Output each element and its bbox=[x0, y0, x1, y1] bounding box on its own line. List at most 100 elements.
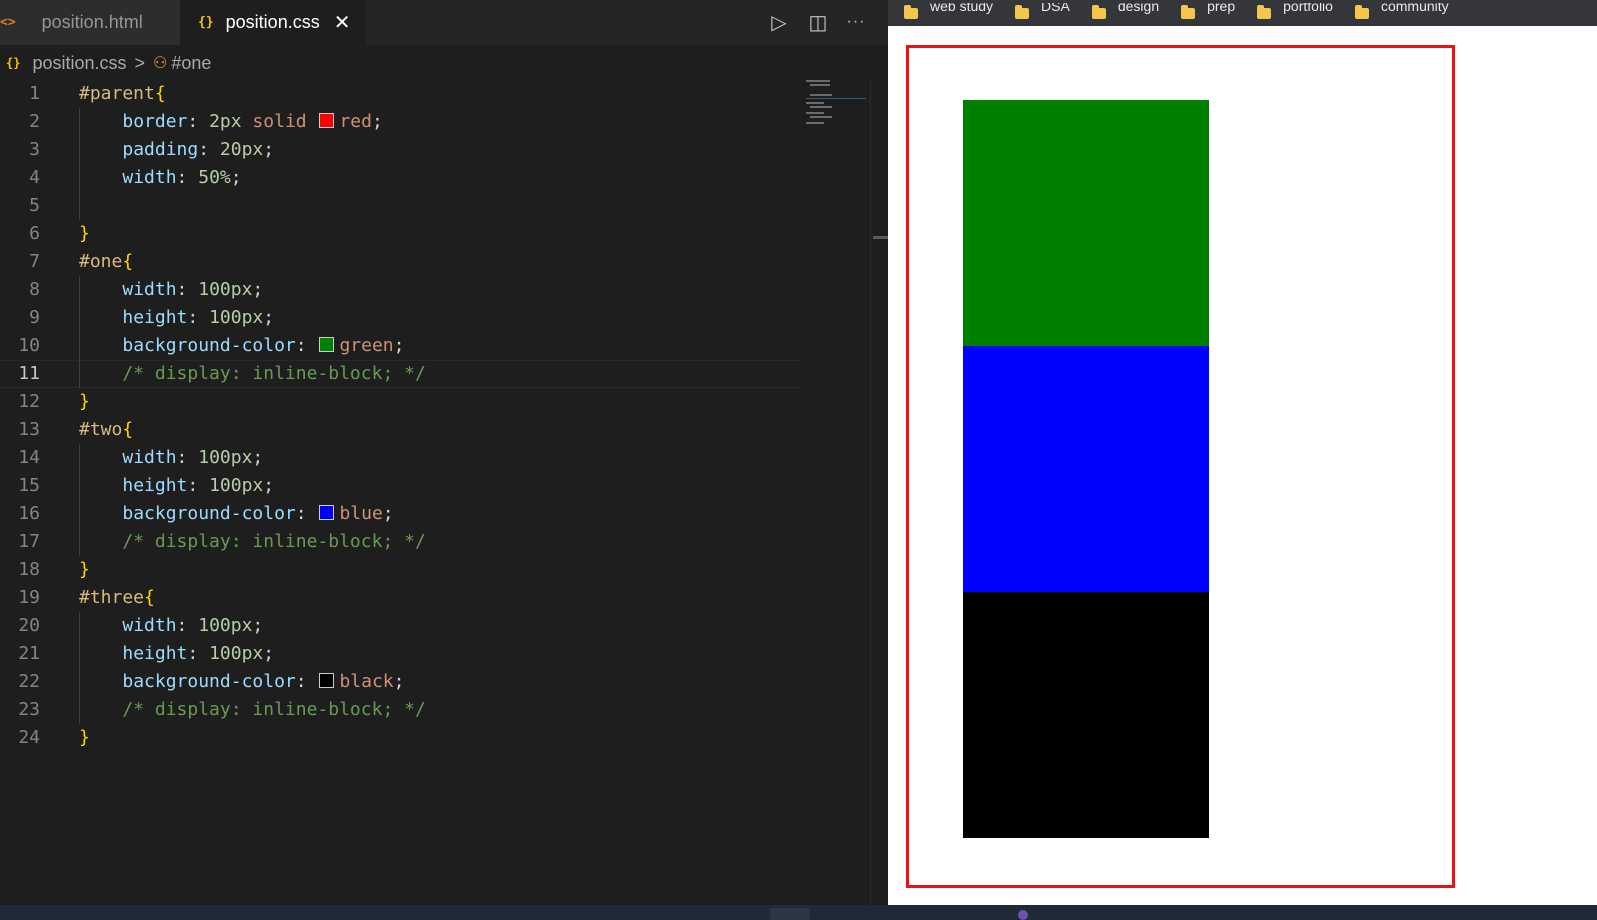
bookmark-folder[interactable]: web study bbox=[904, 3, 993, 23]
code-token: height bbox=[122, 643, 188, 664]
code-line[interactable]: 11 /* display: inline-block; */ bbox=[0, 360, 800, 388]
line-text: padding: 20px; bbox=[79, 136, 274, 164]
bookmark-folder[interactable]: community bbox=[1354, 3, 1449, 23]
minimap[interactable] bbox=[800, 78, 870, 138]
code-line[interactable]: 23 /* display: inline-block; */ bbox=[0, 696, 800, 724]
line-number: 17 bbox=[18, 531, 40, 552]
code-token: red bbox=[339, 111, 372, 132]
close-tab-icon[interactable]: ✕ bbox=[334, 10, 351, 35]
code-token: height bbox=[122, 475, 188, 496]
code-line[interactable]: 5 bbox=[0, 192, 800, 220]
code-token: : bbox=[295, 671, 318, 692]
tab-label: position.css bbox=[225, 12, 320, 32]
symbol-class-icon: ⚇ bbox=[153, 55, 168, 72]
split-editor-icon[interactable]: ◫ bbox=[804, 8, 832, 36]
code-line[interactable]: 10 background-color: green; bbox=[0, 332, 800, 360]
line-number: 10 bbox=[18, 335, 40, 356]
code-token: height bbox=[122, 307, 188, 328]
code-line[interactable]: 21 height: 100px; bbox=[0, 640, 800, 668]
code-line[interactable]: 1 #parent{ bbox=[0, 80, 800, 108]
taskbar-button[interactable] bbox=[770, 908, 810, 920]
color-swatch[interactable] bbox=[319, 505, 335, 520]
code-token: background-color bbox=[122, 671, 296, 692]
code-token: blue bbox=[339, 503, 383, 524]
code-line[interactable]: 22 background-color: black; bbox=[0, 668, 800, 696]
bookmark-folder[interactable]: design bbox=[1091, 3, 1159, 23]
code-token: width bbox=[122, 447, 177, 468]
breadcrumb-file[interactable]: position.css bbox=[32, 53, 126, 74]
bookmark-folder[interactable]: portfolio bbox=[1257, 3, 1333, 23]
code-line[interactable]: 13 #two{ bbox=[0, 416, 800, 444]
code-line[interactable]: 6} bbox=[0, 220, 800, 248]
code-token: { bbox=[144, 587, 155, 608]
line-number: 9 bbox=[29, 307, 40, 328]
code-token: : bbox=[176, 167, 199, 188]
code-token: { bbox=[154, 83, 166, 104]
code-token: ; bbox=[263, 139, 275, 160]
code-token: padding bbox=[122, 139, 199, 160]
color-swatch[interactable] bbox=[319, 673, 335, 688]
line-text: #one{ bbox=[79, 248, 133, 276]
bookmark-folder[interactable]: prep bbox=[1181, 3, 1235, 23]
code-editor: <> position.html {} position.css ✕ ▷ ◫ ·… bbox=[0, 0, 889, 905]
page-viewport bbox=[888, 26, 1597, 905]
parent-container bbox=[906, 45, 1455, 888]
tab-position-html[interactable]: <> position.html bbox=[0, 0, 180, 45]
code-line[interactable]: 14 width: 100px; bbox=[0, 444, 800, 472]
code-line[interactable]: 7 #one{ bbox=[0, 248, 800, 276]
line-text: /* display: inline-block; */ bbox=[79, 360, 425, 388]
color-swatch[interactable] bbox=[319, 337, 335, 352]
code-area[interactable]: 1 #parent{2 border: 2px solid red; 3 paddi… bbox=[0, 80, 800, 752]
bookmarks-bar: web study DSA design prep portfolio community bbox=[888, 0, 1597, 26]
line-number: 23 bbox=[18, 699, 40, 720]
code-line[interactable]: 12} bbox=[0, 388, 800, 416]
color-swatch[interactable] bbox=[319, 113, 335, 128]
code-line[interactable]: 19 #three{ bbox=[0, 584, 800, 612]
code-token: 100px bbox=[198, 615, 253, 636]
code-token: } bbox=[79, 391, 90, 412]
folder-icon bbox=[1015, 4, 1030, 19]
folder-icon bbox=[1257, 4, 1272, 19]
code-line[interactable]: 2 border: 2px solid red; bbox=[0, 108, 800, 136]
line-number: 6 bbox=[29, 223, 40, 244]
app-icon[interactable] bbox=[1018, 910, 1028, 920]
line-text: background-color: blue; bbox=[79, 500, 393, 528]
code-line[interactable]: 9 height: 100px; bbox=[0, 304, 800, 332]
line-text: background-color: black; bbox=[79, 668, 404, 696]
code-line[interactable]: 16 background-color: blue; bbox=[0, 500, 800, 528]
bookmark-label: portfolio bbox=[1283, 3, 1333, 14]
code-line[interactable]: 17 /* display: inline-block; */ bbox=[0, 528, 800, 556]
code-line[interactable]: 8 width: 100px; bbox=[0, 276, 800, 304]
code-token: width bbox=[122, 615, 177, 636]
more-actions-icon[interactable]: ··· bbox=[842, 8, 870, 36]
code-line[interactable]: 3 padding: 20px; bbox=[0, 136, 800, 164]
vertical-scrollbar[interactable] bbox=[870, 78, 889, 905]
scrollbar-thumb[interactable] bbox=[873, 236, 889, 239]
css-file-icon: {} bbox=[198, 15, 214, 30]
code-token: : bbox=[176, 447, 199, 468]
code-line[interactable]: 18} bbox=[0, 556, 800, 584]
code-line[interactable]: 4 width: 50%; bbox=[0, 164, 800, 192]
code-token: : bbox=[176, 615, 199, 636]
line-text: width: 100px; bbox=[79, 276, 263, 304]
code-token: border bbox=[122, 111, 188, 132]
run-icon[interactable]: ▷ bbox=[765, 8, 793, 36]
code-line[interactable]: 20 width: 100px; bbox=[0, 612, 800, 640]
breadcrumb-symbol[interactable]: #one bbox=[171, 53, 211, 74]
bookmark-label: web study bbox=[930, 3, 994, 14]
code-token: 100px bbox=[198, 279, 253, 300]
code-line[interactable]: 15 height: 100px; bbox=[0, 472, 800, 500]
bookmark-folder[interactable]: DSA bbox=[1015, 3, 1070, 23]
code-token: : bbox=[187, 307, 210, 328]
tab-position-css[interactable]: {} position.css ✕ bbox=[180, 0, 366, 45]
code-token: ; bbox=[263, 475, 275, 496]
code-line[interactable]: 24} bbox=[0, 724, 800, 752]
code-token: : bbox=[187, 111, 210, 132]
code-token: ; bbox=[252, 279, 264, 300]
